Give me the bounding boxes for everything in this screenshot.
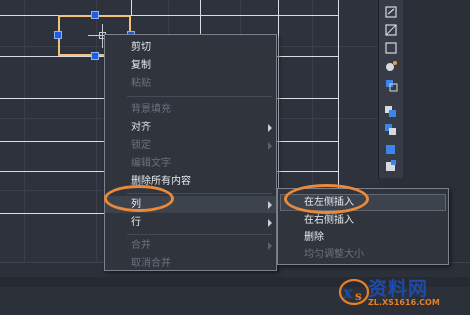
menu-item-cut[interactable]: 剪切 [105,39,276,56]
watermark-url: ZL.XS1616.COM [368,298,440,307]
submenu-item-delete[interactable]: 删除 [278,229,446,246]
table-line [0,141,104,142]
grid-line [24,0,25,262]
tool-palette [378,0,403,178]
menu-item-row[interactable]: 行 [105,214,276,231]
table-line [277,141,338,142]
logo-icon: x s [338,278,370,306]
submenu-item-size-equally: 均匀调整大小 [304,249,364,260]
cell-grip[interactable] [54,31,62,39]
menu-item-label: 行 [131,217,141,228]
table-line [0,56,104,57]
table-line [277,98,338,99]
menu-item-lock: 锁定 [105,137,276,154]
menu-item-paste: 粘贴 [131,78,151,89]
annotation-oval [284,184,369,214]
submenu-arrow-icon [268,219,272,227]
submenu-arrow-icon [268,201,272,209]
submenu-arrow-icon [268,242,272,250]
submenu-arrow-icon [268,124,272,132]
menu-item-label: 对齐 [131,122,151,133]
menu-item-label: 合并 [131,240,151,251]
cell-grip[interactable] [91,11,99,19]
submenu-arrow-icon [268,142,272,150]
table-line [131,0,132,16]
table-line [0,171,104,172]
cell-grip[interactable] [91,52,99,60]
table-line [338,0,339,213]
menu-item-edit-text: 编辑文字 [131,158,171,169]
menu-item-label: 锁定 [131,140,151,151]
menu-separator [127,234,272,235]
menu-item-align[interactable]: 对齐 [105,119,276,136]
menu-separator [127,96,272,97]
menu-item-copy[interactable]: 复制 [105,57,276,74]
svg-text:s: s [355,289,362,303]
table-line [277,171,338,172]
annotation-oval [104,185,174,212]
toolbar-icons [385,6,398,171]
menu-item-background-fill: 背景填充 [131,104,171,115]
table-line [0,15,338,16]
context-menu: 剪切 复制 粘贴 背景填充 对齐 锁定 编辑文字 删除所有内容 列 行 合并 取… [104,34,277,271]
table-line [277,56,338,57]
watermark-title: 资料网 [368,278,429,300]
svg-text:x: x [343,283,353,302]
table-line [278,0,279,213]
menu-item-merge: 合并 [105,237,276,254]
table-line [0,213,104,214]
menu-item-unmerge: 取消合并 [131,258,171,269]
submenu-item-insert-right[interactable]: 在右侧插入 [278,212,446,229]
table-line [0,98,104,99]
